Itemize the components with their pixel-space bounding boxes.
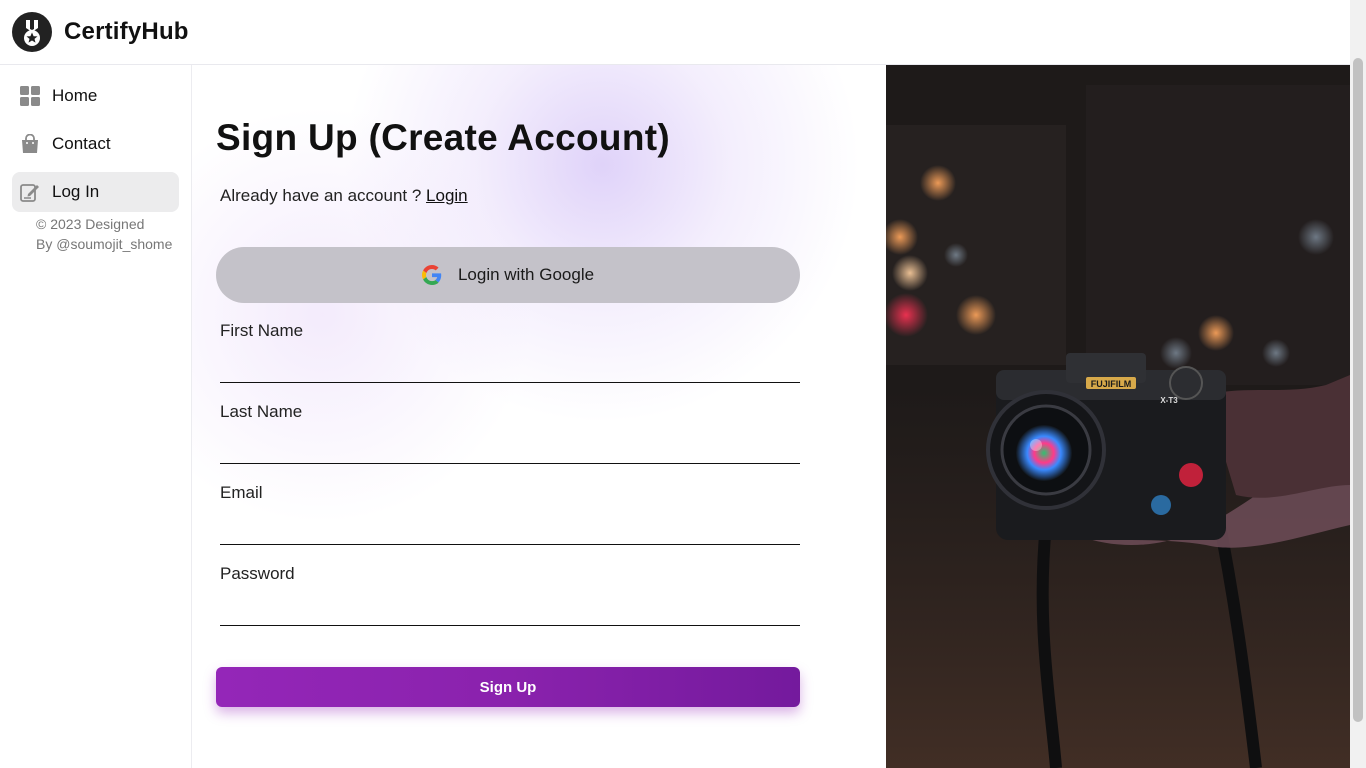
password-input[interactable] [220, 596, 800, 626]
edit-icon [20, 182, 40, 202]
login-link[interactable]: Login [426, 186, 468, 205]
sidebar-item-label: Home [52, 86, 98, 105]
google-button-label: Login with Google [457, 265, 595, 284]
sidebar: Home Contact Log In © 2023 Designed By @… [0, 65, 192, 768]
sidebar-item-label: Log In [52, 182, 100, 201]
last-name-input[interactable] [220, 434, 800, 464]
signup-panel: Sign Up (Create Account) Already have an… [192, 65, 886, 768]
google-login-button[interactable]: Login with Google [216, 247, 800, 303]
password-field: Password [220, 564, 800, 626]
page-title: Sign Up (Create Account) [216, 117, 670, 158]
page-scrollbar[interactable] [1350, 0, 1366, 768]
copyright-line: © 2023 Designed [36, 216, 145, 232]
camera-model-text: X-T3 [1160, 396, 1178, 405]
sidebar-item-login[interactable]: Log In [12, 172, 179, 212]
top-header: CertifyHub [0, 0, 1350, 65]
first-name-label: First Name [220, 321, 304, 340]
email-field: Email [220, 483, 800, 545]
email-label: Email [220, 483, 263, 502]
shopping-bag-icon [20, 134, 40, 154]
last-name-label: Last Name [220, 402, 303, 421]
copyright-line: By @soumojit_shome [36, 236, 173, 252]
last-name-field: Last Name [220, 402, 800, 464]
sidebar-item-label: Contact [52, 134, 111, 153]
login-prompt-text: Already have an account ? [220, 186, 427, 205]
hero-photo: FUJIFILM X-T3 [886, 65, 1350, 768]
grid-icon [20, 86, 40, 106]
email-input[interactable] [220, 515, 800, 545]
first-name-input[interactable] [220, 353, 800, 383]
scrollbar-thumb[interactable] [1353, 58, 1363, 722]
google-icon [421, 265, 442, 285]
sidebar-item-contact[interactable]: Contact [12, 124, 179, 164]
camera-brand-text: FUJIFILM [1091, 379, 1132, 389]
first-name-field: First Name [220, 321, 800, 383]
copyright-text: © 2023 Designed By @soumojit_shome [12, 214, 179, 254]
password-label: Password [220, 564, 295, 583]
brand-name[interactable]: CertifyHub [64, 18, 189, 46]
camera-photo-illustration: FUJIFILM X-T3 [886, 65, 1350, 768]
sidebar-item-home[interactable]: Home [12, 76, 179, 116]
sign-up-button[interactable]: Sign Up [216, 667, 800, 707]
login-prompt: Already have an account ? Login [220, 186, 468, 206]
medal-icon[interactable] [12, 12, 52, 52]
